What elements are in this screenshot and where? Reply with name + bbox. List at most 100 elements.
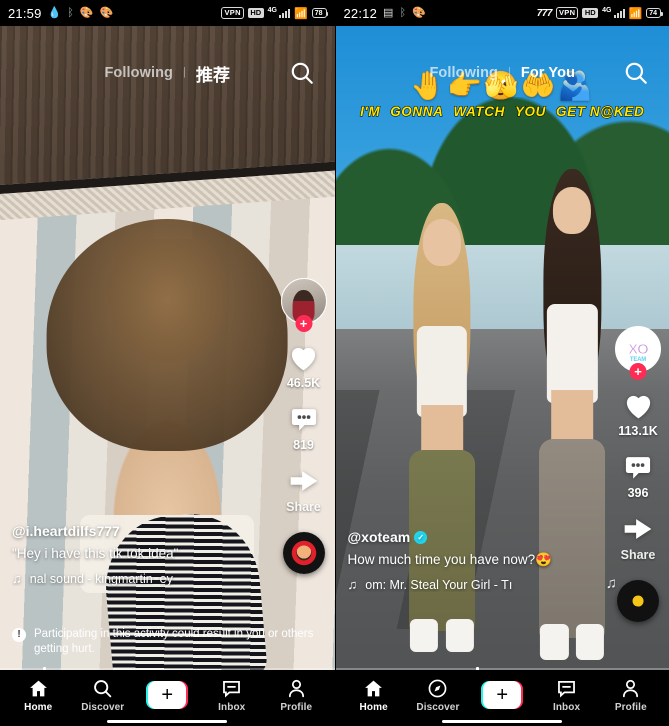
- music-note-icon: ♫: [347, 577, 358, 592]
- inbox-icon: [556, 677, 577, 699]
- person-head: [423, 219, 462, 266]
- nav-item-home[interactable]: Home: [346, 677, 402, 713]
- like-count: 46.5K: [286, 376, 321, 390]
- nav-item-home[interactable]: Home: [10, 677, 66, 713]
- caption-block-right: @xoteam ✓ How much time you have now?😍 ♫…: [348, 529, 588, 592]
- tab-separator: |: [508, 66, 511, 78]
- share-button[interactable]: Share: [620, 512, 656, 562]
- heart-icon: [287, 340, 321, 374]
- video-surface-right[interactable]: Following | For You 🤚👉🫣🤲🫂 I'M GONNA WATCH Y…: [335, 26, 669, 670]
- music-row[interactable]: ♫ om: Mr. Steal Your Girl - Tı: [348, 577, 588, 592]
- share-button[interactable]: Share: [286, 464, 321, 514]
- meme-word-3: YOU: [514, 104, 546, 120]
- heart-icon: [621, 388, 655, 422]
- nav-item-profile[interactable]: Profile: [603, 677, 659, 713]
- comment-icon: [287, 402, 321, 436]
- home-icon: [28, 677, 49, 699]
- comment-icon: [621, 450, 655, 484]
- creator-handle[interactable]: @i.heartdilfs777: [12, 523, 253, 539]
- creator-avatar[interactable]: +: [280, 278, 327, 332]
- meme-caption-row: I'M GONNA WATCH YOU GET N@KED: [336, 104, 669, 120]
- tab-following[interactable]: Following: [104, 65, 173, 81]
- creator-handle-text: @i.heartdilfs777: [12, 523, 120, 540]
- nav-label-discover: Discover: [416, 702, 460, 713]
- creator-handle-text: @xoteam: [347, 529, 411, 546]
- create-plus-icon[interactable]: +: [146, 681, 189, 709]
- nav-item-create[interactable]: +: [139, 681, 195, 709]
- status-clock: 21:59: [8, 5, 42, 21]
- vpn-badge: VPN: [555, 6, 579, 20]
- create-plus-icon[interactable]: +: [481, 681, 524, 709]
- feed-tabs-left: Following | 推荐: [0, 56, 335, 90]
- avatar-text-main: XO: [628, 340, 650, 358]
- home-indicator: [107, 720, 228, 723]
- nav-label-discover: Discover: [81, 702, 125, 713]
- 777-badge: 777: [536, 7, 553, 19]
- action-rail-left: + 46.5K 819 Share: [280, 278, 327, 574]
- create-plus-glyph: +: [483, 681, 522, 709]
- video-description: "Hey i have this tik tok idea": [12, 546, 179, 562]
- person-head: [553, 187, 592, 234]
- nav-item-discover[interactable]: Discover: [75, 677, 131, 713]
- nav-item-inbox[interactable]: Inbox: [539, 677, 595, 713]
- nav-label-home: Home: [24, 702, 53, 713]
- app-icon-2: 🎨: [99, 6, 114, 19]
- battery-indicator: 74: [646, 8, 663, 18]
- tab-separator: |: [183, 66, 186, 78]
- tab-for-you[interactable]: 推荐: [196, 61, 230, 86]
- comment-count: 396: [627, 486, 649, 500]
- vpn-badge: VPN: [221, 6, 244, 20]
- video-subject-hair: [46, 219, 288, 452]
- search-icon[interactable]: [289, 60, 315, 86]
- tab-following[interactable]: Following: [429, 65, 498, 81]
- floating-music-note-icon: ♫: [605, 575, 617, 592]
- status-clock: 22:12: [343, 5, 378, 21]
- wifi-icon: 📶: [294, 7, 308, 20]
- signal-bars-icon: [279, 8, 290, 18]
- bottom-nav-left: Home Discover + Inbox Profile: [0, 670, 335, 726]
- nav-label-inbox: Inbox: [218, 702, 246, 713]
- status-right-group: 777 VPN HD 4G 📶 74: [536, 6, 663, 20]
- like-button[interactable]: 46.5K: [287, 340, 321, 390]
- meme-word-2: WATCH: [453, 104, 505, 120]
- search-icon[interactable]: [623, 60, 649, 86]
- creator-avatar[interactable]: XO TEAM +: [615, 326, 661, 380]
- status-left-group: 22:12 ▤ ᛒ 🎨: [344, 6, 426, 21]
- right-phone-pane: 22:12 ▤ ᛒ 🎨 777 VPN HD 4G 📶 74 Following…: [334, 0, 669, 726]
- video-description: How much time you have now?😍: [347, 552, 552, 568]
- comment-button[interactable]: 819: [287, 402, 321, 452]
- inbox-icon: [221, 677, 242, 699]
- verified-badge-icon: ✓: [414, 530, 428, 544]
- nav-label-inbox: Inbox: [552, 702, 581, 713]
- status-bar-left: 21:59 💧 ᛒ 🎨 🎨 VPN HD 4G 📶 78: [0, 0, 335, 26]
- sd-card-icon: ▤: [383, 6, 394, 19]
- nav-item-inbox[interactable]: Inbox: [204, 677, 260, 713]
- music-title: nal sound - kingmartin_ey: [29, 571, 173, 586]
- compass-icon: [427, 677, 448, 699]
- creator-handle[interactable]: @xoteam ✓: [348, 529, 588, 545]
- caption-block-left: @i.heartdilfs777 "Hey i have this tik to…: [12, 523, 253, 586]
- nav-item-create[interactable]: +: [474, 681, 530, 709]
- music-disc[interactable]: [282, 532, 325, 574]
- create-plus-glyph: +: [148, 681, 187, 709]
- music-title: om: Mr. Steal Your Girl - Tı: [365, 577, 513, 592]
- video-surface-left[interactable]: Following | 推荐 + 46.5K 819 Share @i.hear…: [0, 26, 335, 670]
- network-type-label: 4G: [602, 6, 612, 14]
- share-label: Share: [620, 548, 656, 562]
- tab-for-you[interactable]: For You: [521, 65, 575, 81]
- network-type-label: 4G: [267, 6, 277, 14]
- share-label: Share: [286, 500, 321, 514]
- like-button[interactable]: 113.1K: [618, 388, 658, 438]
- home-indicator: [442, 720, 563, 723]
- share-arrow-icon: [287, 464, 321, 498]
- follow-button[interactable]: +: [295, 315, 312, 332]
- music-disc[interactable]: [617, 580, 659, 622]
- hd-badge: HD: [582, 7, 599, 19]
- nav-item-discover[interactable]: Discover: [410, 677, 466, 713]
- music-row[interactable]: ♫ nal sound - kingmartin_ey: [12, 571, 253, 586]
- warning-icon: !: [12, 627, 26, 642]
- app-icon-1: 🎨: [79, 6, 94, 19]
- follow-button[interactable]: +: [629, 363, 647, 380]
- nav-item-profile[interactable]: Profile: [268, 677, 324, 713]
- comment-button[interactable]: 396: [621, 450, 655, 500]
